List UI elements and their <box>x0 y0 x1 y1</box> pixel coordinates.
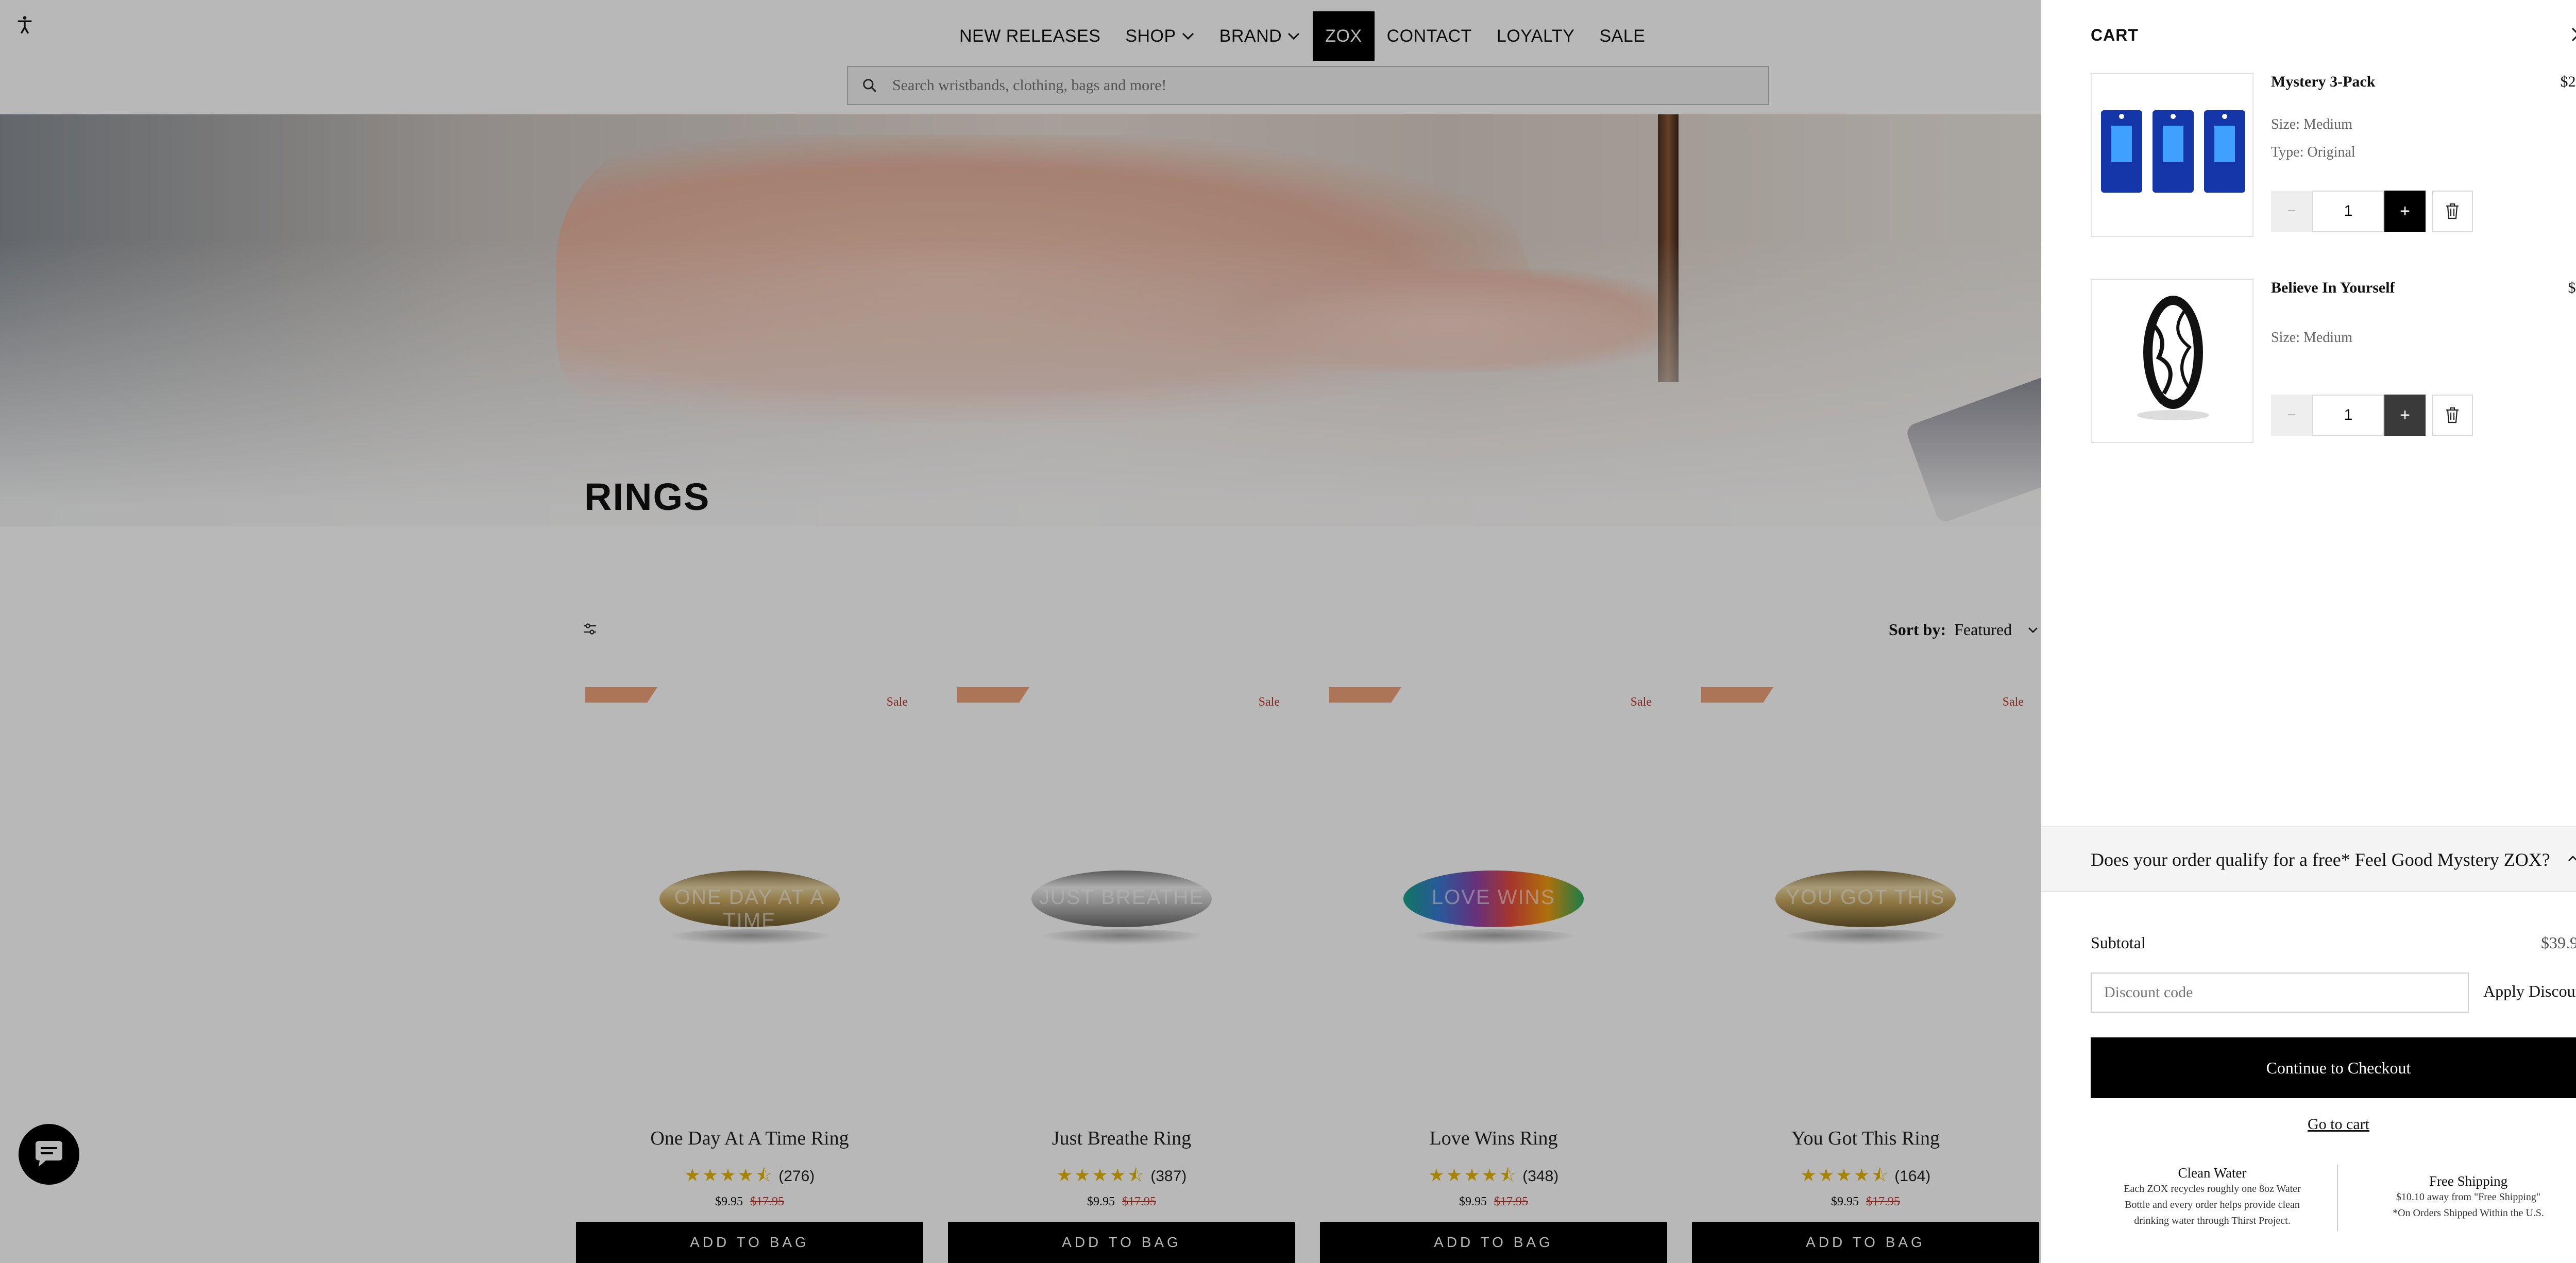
quantity-input[interactable] <box>2312 191 2384 232</box>
checkout-button[interactable]: Continue to Checkout <box>2091 1037 2576 1098</box>
cart-item-size: Size: Medium <box>2271 116 2352 132</box>
info-divider <box>2337 1165 2338 1231</box>
accordion-label: Does your order qualify for a free* Feel… <box>2091 849 2550 870</box>
free-shipping-info: Free Shipping $10.10 away from "Free Shi… <box>2352 1173 2576 1221</box>
product-thumbnail[interactable] <box>2091 73 2253 237</box>
subtotal-label: Subtotal <box>2091 933 2146 952</box>
wristband-image <box>2137 296 2209 420</box>
trash-icon <box>2446 407 2459 423</box>
decrease-quantity-button[interactable]: − <box>2271 191 2312 232</box>
go-to-cart-link[interactable]: Go to cart <box>2091 1116 2576 1133</box>
trash-icon <box>2446 203 2459 219</box>
clean-water-text: Each ZOX recycles roughly one 8oz Water <box>2124 1183 2301 1194</box>
chevron-up-icon <box>2568 856 2576 861</box>
remove-item-button[interactable] <box>2432 191 2473 232</box>
remove-item-button[interactable] <box>2432 395 2473 436</box>
clean-water-text: Bottle and every order helps provide cle… <box>2125 1199 2300 1210</box>
subtotal-value: $39.90 <box>2541 933 2576 952</box>
mystery-zox-accordion[interactable]: Does your order qualify for a free* Feel… <box>2041 826 2576 892</box>
modal-overlay[interactable] <box>0 0 2041 1263</box>
quantity-stepper: − + <box>2271 395 2473 436</box>
free-shipping-text: $10.10 away from "Free Shipping" <box>2396 1191 2541 1203</box>
cart-item-name[interactable]: Believe In Yourself <box>2271 279 2395 297</box>
cart-item-price: $29.95 <box>2560 73 2576 90</box>
cart-item: Mystery 3-Pack $29.95 Size: Medium Type:… <box>2091 73 2576 238</box>
close-icon[interactable] <box>2570 26 2576 43</box>
cart-item-name[interactable]: Mystery 3-Pack <box>2271 73 2375 91</box>
cart-item-size: Size: Medium <box>2271 330 2352 346</box>
quantity-stepper: − + <box>2271 191 2473 232</box>
decrease-quantity-button[interactable]: − <box>2271 395 2312 436</box>
mystery-pack-image <box>2101 110 2245 193</box>
discount-code-input[interactable] <box>2091 972 2469 1013</box>
cart-item-price: $9.95 <box>2568 279 2576 296</box>
cart-item-type: Type: Original <box>2271 144 2355 160</box>
clean-water-info: Clean Water Each ZOX recycles roughly on… <box>2103 1165 2321 1229</box>
clean-water-text: drinking water through Thirst Project. <box>2134 1215 2291 1226</box>
increase-quantity-button[interactable]: + <box>2384 395 2426 436</box>
product-thumbnail[interactable] <box>2091 279 2253 443</box>
cart-drawer: CART Mystery 3-Pack $29.95 Size: Medium … <box>2041 0 2576 1263</box>
free-shipping-text: *On Orders Shipped Within the U.S. <box>2393 1207 2544 1219</box>
cart-title: CART <box>2091 26 2139 44</box>
cart-item: Believe In Yourself $9.95 Size: Medium −… <box>2091 279 2576 444</box>
apply-discount-button[interactable]: Apply Discount <box>2483 982 2576 1001</box>
quantity-input[interactable] <box>2312 395 2384 436</box>
subtotal-row: Subtotal $39.90 <box>2091 933 2576 952</box>
free-shipping-title: Free Shipping <box>2429 1173 2508 1189</box>
increase-quantity-button[interactable]: + <box>2384 191 2426 232</box>
clean-water-title: Clean Water <box>2178 1165 2247 1181</box>
